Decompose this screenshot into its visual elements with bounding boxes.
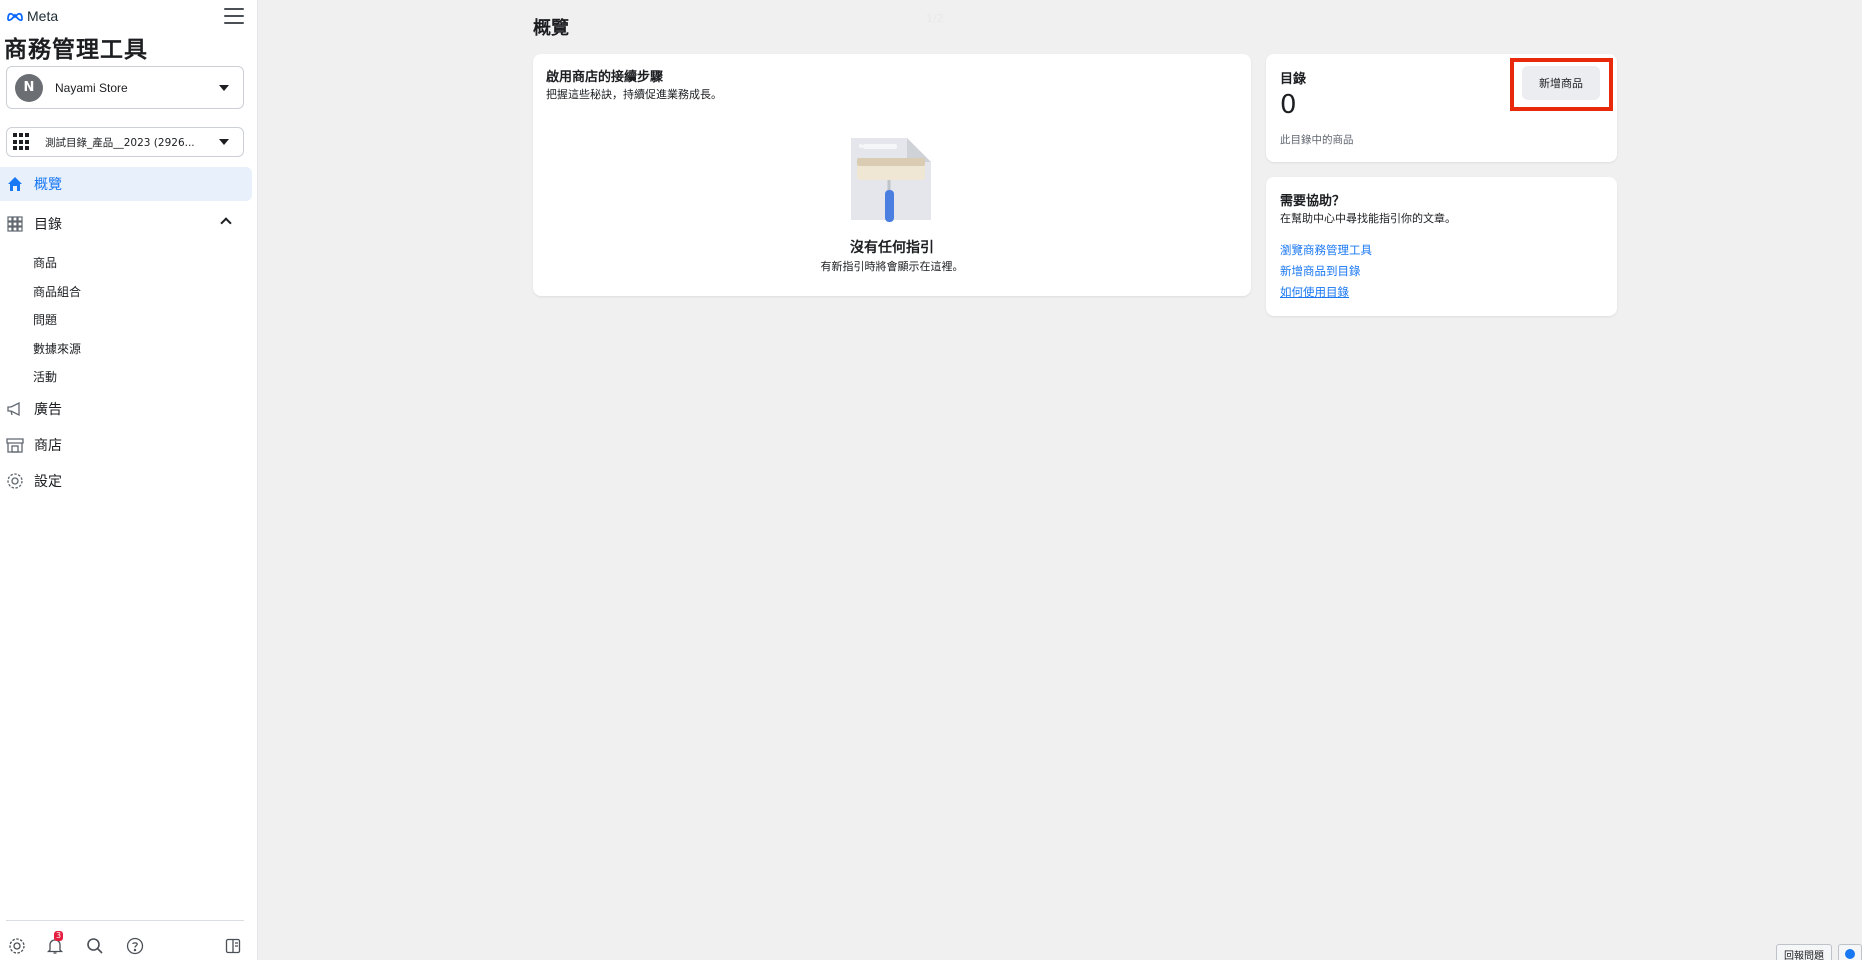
meta-logo-icon: [7, 12, 23, 22]
help-card: 需要協助？ 在幫助中心中尋找能指引你的文章。 瀏覽商務管理工具 新增商品到目錄 …: [1266, 177, 1617, 316]
menu-icon[interactable]: [224, 8, 244, 26]
paint-roller-illustration-icon: [851, 138, 931, 222]
catalog-grid-icon: [6, 215, 24, 233]
setup-card-title: 啟用商店的接續步驟: [546, 70, 664, 85]
catalog-product-count: 0: [1280, 90, 1297, 120]
report-problem-button[interactable]: 回報問題: [1776, 944, 1832, 960]
sidebar-subitem-data-sources[interactable]: 數據來源: [33, 340, 81, 357]
sidebar-item-shop[interactable]: 商店: [0, 428, 252, 462]
sidebar-item-settings[interactable]: 設定: [0, 464, 252, 498]
sidebar-item-label: 設定: [34, 474, 62, 490]
catalog-summary-card: 目錄 0 此目錄中的商品 新增商品: [1266, 54, 1617, 162]
app-title: 商務管理工具: [4, 37, 148, 63]
help-card-title: 需要協助？: [1280, 194, 1346, 209]
megaphone-icon: [6, 400, 24, 418]
page-indicator: 1/2: [926, 12, 944, 25]
sidebar-item-label: 商店: [34, 438, 62, 454]
add-product-button[interactable]: 新增商品: [1522, 66, 1600, 100]
sidebar-divider: [6, 920, 244, 921]
sidebar-item-catalog[interactable]: 目錄: [0, 207, 252, 241]
meta-wordmark: Meta: [27, 8, 59, 24]
sidebar-item-label: 目錄: [34, 217, 62, 233]
avatar: N: [15, 73, 43, 102]
catalog-card-title: 目錄: [1280, 72, 1307, 87]
grid-icon: [13, 133, 31, 151]
account-name: Nayami Store: [55, 80, 128, 95]
sidebar-subitem-events[interactable]: 活動: [33, 368, 57, 385]
sidebar-item-ads[interactable]: 廣告: [0, 392, 252, 426]
setup-card-subtitle: 把握這些秘訣，持續促進業務成長。: [546, 88, 722, 101]
feedback-icon[interactable]: [1838, 944, 1862, 960]
catalog-selector-name: 測試目錄_產品__2023 (2926...: [45, 136, 195, 149]
empty-state-description: 有新指引時將會顯示在這裡。: [820, 260, 964, 273]
sidebar-subitem-products[interactable]: 商品: [33, 254, 57, 271]
catalog-count-caption: 此目錄中的商品: [1280, 134, 1354, 146]
sidebar-item-label: 廣告: [34, 402, 62, 418]
panel-toggle-icon[interactable]: [222, 935, 244, 957]
account-selector[interactable]: N Nayami Store: [6, 66, 244, 109]
setup-steps-card: 啟用商店的接續步驟 把握這些秘訣，持續促進業務成長。 沒有任何指引 有新指引時將…: [533, 54, 1251, 296]
caret-down-icon: [219, 84, 229, 91]
notifications-bell-icon[interactable]: 3: [44, 931, 66, 957]
sidebar: Meta 商務管理工具 N Nayami Store 測試目錄_產品__2023…: [0, 0, 258, 960]
page-title: 概覽: [533, 18, 569, 39]
settings-gear-icon[interactable]: [6, 935, 28, 957]
help-link-how-to-use-catalog[interactable]: 如何使用目錄: [1280, 284, 1349, 300]
chevron-up-icon[interactable]: [220, 217, 232, 229]
help-icon[interactable]: [124, 935, 146, 957]
help-link-add-products-to-catalog[interactable]: 新增商品到目錄: [1280, 263, 1361, 279]
sidebar-subitem-product-sets[interactable]: 商品組合: [33, 283, 81, 300]
sidebar-subitem-issues[interactable]: 問題: [33, 311, 57, 328]
notification-count-badge: 3: [54, 931, 64, 941]
gear-icon: [6, 472, 24, 490]
help-card-subtitle: 在幫助中心中尋找能指引你的文章。: [1280, 212, 1456, 225]
home-icon: [6, 175, 24, 193]
catalog-selector[interactable]: 測試目錄_產品__2023 (2926...: [6, 127, 244, 157]
help-link-browse-business-manager[interactable]: 瀏覽商務管理工具: [1280, 242, 1372, 258]
meta-brand[interactable]: Meta: [6, 6, 58, 26]
empty-state-title: 沒有任何指引: [850, 240, 934, 256]
sidebar-item-label: 概覽: [34, 177, 62, 193]
caret-down-icon: [219, 139, 229, 145]
sidebar-item-overview[interactable]: 概覽: [0, 167, 252, 201]
search-icon[interactable]: [84, 935, 106, 957]
storefront-icon: [6, 436, 24, 454]
